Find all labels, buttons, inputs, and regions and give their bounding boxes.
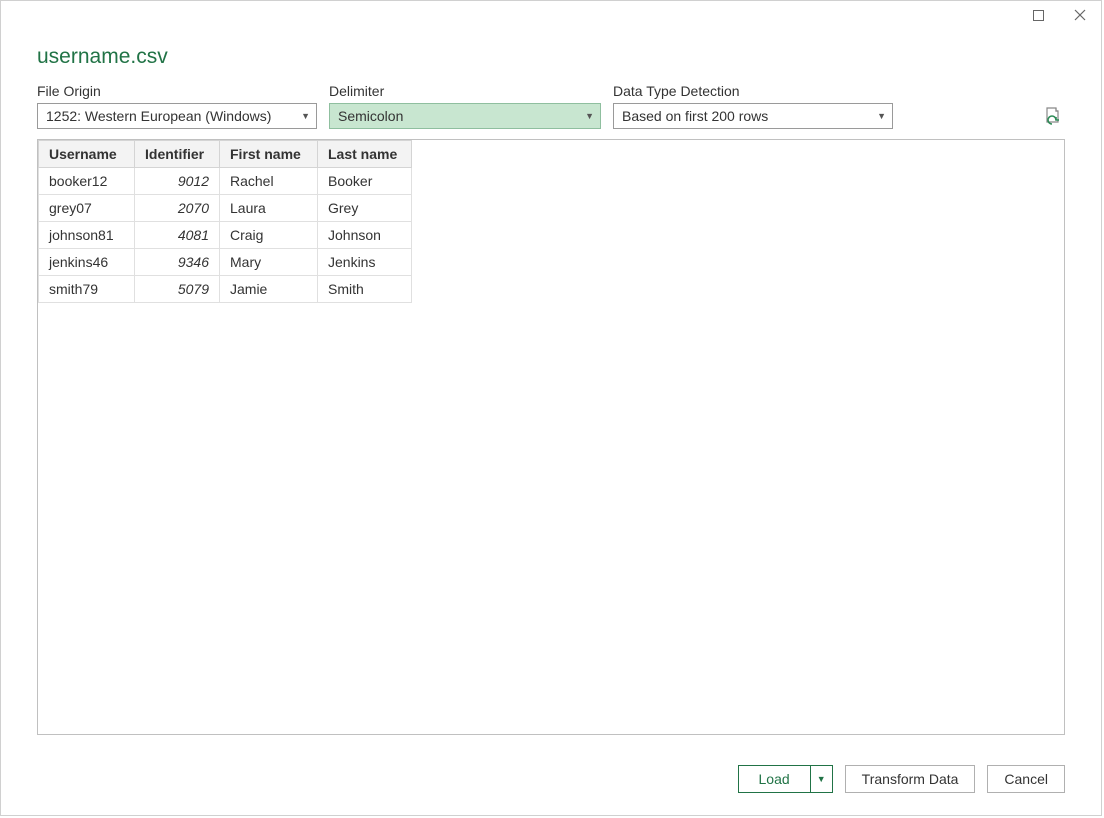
titlebar xyxy=(1017,1,1101,29)
file-origin-group: File Origin 1252: Western European (Wind… xyxy=(37,83,317,129)
cell: Smith xyxy=(318,276,412,303)
cell: 5079 xyxy=(135,276,220,303)
file-origin-value: 1252: Western European (Windows) xyxy=(46,108,271,124)
cell: Craig xyxy=(220,222,318,249)
file-title: username.csv xyxy=(37,45,1065,69)
cell: booker12 xyxy=(39,168,135,195)
cell: 4081 xyxy=(135,222,220,249)
cell: 9346 xyxy=(135,249,220,276)
maximize-icon xyxy=(1033,10,1044,21)
delimiter-label: Delimiter xyxy=(329,83,601,99)
refresh-button[interactable] xyxy=(1039,103,1065,129)
maximize-button[interactable] xyxy=(1017,1,1059,29)
header-row: Username Identifier First name Last name xyxy=(39,141,412,168)
cell: Laura xyxy=(220,195,318,222)
cell: Mary xyxy=(220,249,318,276)
preview-area[interactable]: Username Identifier First name Last name… xyxy=(37,139,1065,735)
controls-row: File Origin 1252: Western European (Wind… xyxy=(37,83,1065,129)
load-split-button: Load ▼ xyxy=(738,765,833,793)
table-row[interactable]: grey072070LauraGrey xyxy=(39,195,412,222)
delimiter-dropdown[interactable]: Semicolon ▼ xyxy=(329,103,601,129)
cell: Booker xyxy=(318,168,412,195)
close-button[interactable] xyxy=(1059,1,1101,29)
chevron-down-icon: ▼ xyxy=(817,774,826,784)
load-button[interactable]: Load xyxy=(739,766,810,792)
close-icon xyxy=(1074,9,1086,21)
file-origin-dropdown[interactable]: 1252: Western European (Windows) ▼ xyxy=(37,103,317,129)
detection-group: Data Type Detection Based on first 200 r… xyxy=(613,83,893,129)
table-row[interactable]: smith795079JamieSmith xyxy=(39,276,412,303)
col-identifier[interactable]: Identifier xyxy=(135,141,220,168)
delimiter-group: Delimiter Semicolon ▼ xyxy=(329,83,601,129)
file-origin-label: File Origin xyxy=(37,83,317,99)
import-dialog: username.csv File Origin 1252: Western E… xyxy=(0,0,1102,816)
cancel-button[interactable]: Cancel xyxy=(987,765,1065,793)
col-lastname[interactable]: Last name xyxy=(318,141,412,168)
chevron-down-icon: ▼ xyxy=(585,111,594,121)
table-row[interactable]: booker129012RachelBooker xyxy=(39,168,412,195)
cell: grey07 xyxy=(39,195,135,222)
col-username[interactable]: Username xyxy=(39,141,135,168)
cell: jenkins46 xyxy=(39,249,135,276)
cell: Johnson xyxy=(318,222,412,249)
cell: Jenkins xyxy=(318,249,412,276)
cell: smith79 xyxy=(39,276,135,303)
delimiter-value: Semicolon xyxy=(338,108,403,124)
detection-dropdown[interactable]: Based on first 200 rows ▼ xyxy=(613,103,893,129)
footer: Load ▼ Transform Data Cancel xyxy=(738,765,1065,793)
cell: Grey xyxy=(318,195,412,222)
table-row[interactable]: johnson814081CraigJohnson xyxy=(39,222,412,249)
preview-table: Username Identifier First name Last name… xyxy=(38,140,412,303)
load-dropdown-button[interactable]: ▼ xyxy=(810,766,832,792)
detection-label: Data Type Detection xyxy=(613,83,893,99)
col-firstname[interactable]: First name xyxy=(220,141,318,168)
table-row[interactable]: jenkins469346MaryJenkins xyxy=(39,249,412,276)
cell: 9012 xyxy=(135,168,220,195)
cell: Jamie xyxy=(220,276,318,303)
cell: Rachel xyxy=(220,168,318,195)
cell: johnson81 xyxy=(39,222,135,249)
cell: 2070 xyxy=(135,195,220,222)
detection-value: Based on first 200 rows xyxy=(622,108,768,124)
refresh-icon xyxy=(1043,107,1061,125)
chevron-down-icon: ▼ xyxy=(301,111,310,121)
transform-data-button[interactable]: Transform Data xyxy=(845,765,976,793)
chevron-down-icon: ▼ xyxy=(877,111,886,121)
